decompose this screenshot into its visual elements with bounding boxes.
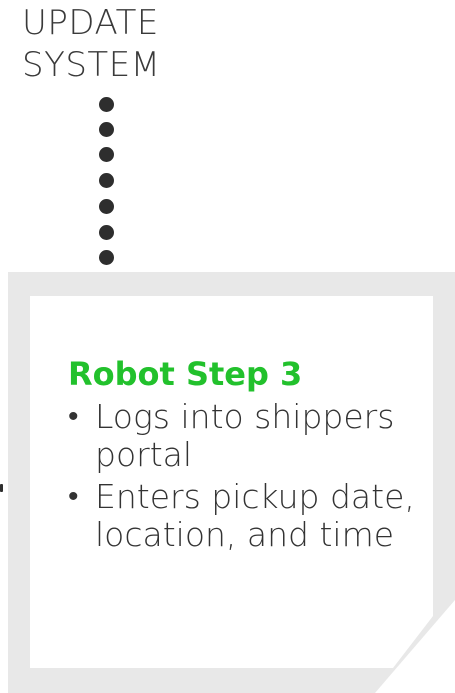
bullet-marker: • (68, 399, 79, 434)
bullet-text: Logs into shippers portal (95, 397, 395, 474)
bullet-item: • Enters pickup date, location, and time (68, 478, 428, 554)
bullet-text: Enters pickup date, location, and time (95, 477, 415, 554)
bullet-marker: • (68, 479, 79, 514)
card-content: Robot Step 3 • Logs into shippers portal… (68, 352, 428, 558)
card-frame (8, 272, 455, 693)
bullet-item: • Logs into shippers portal (68, 398, 428, 474)
step-bullet-list: • Logs into shippers portal • Enters pic… (68, 398, 428, 554)
robot-step-card: Robot Step 3 • Logs into shippers portal… (0, 0, 455, 693)
card-title: Robot Step 3 (68, 355, 303, 393)
